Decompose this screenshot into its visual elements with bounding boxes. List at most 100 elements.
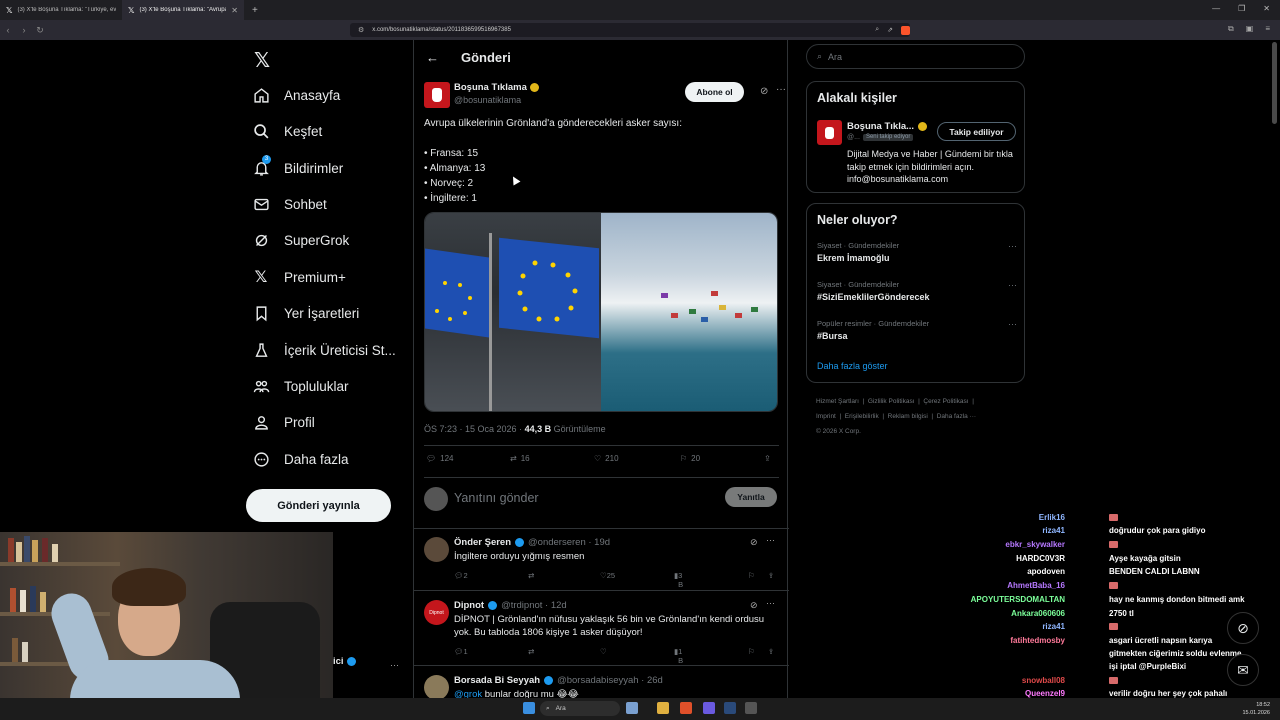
obs-icon[interactable] [745, 702, 757, 714]
footer-link[interactable]: Hizmet Şartları [816, 398, 859, 405]
search-input[interactable]: ⌕ Ara [806, 44, 1025, 69]
tweet-media[interactable] [424, 212, 778, 412]
maximize-icon[interactable]: ❐ [1238, 4, 1245, 13]
reply-item[interactable]: Önder Şeren @onderseren · 19d ⊘ ··· İngil… [414, 529, 789, 591]
chat-username[interactable]: AhmetBaba_16 [1007, 581, 1065, 590]
reply-avatar[interactable] [424, 537, 449, 562]
related-handle[interactable]: @... [847, 134, 860, 141]
back-arrow-icon[interactable]: ← [426, 50, 439, 65]
nav-explore[interactable]: Keşfet [252, 122, 322, 140]
repost-action[interactable]: ⇄ [528, 571, 534, 580]
repost-action[interactable]: ⇄ [528, 647, 534, 656]
chat-username[interactable]: Ankara060606 [1011, 609, 1065, 618]
extensions-icon[interactable]: ⧉ [1228, 24, 1234, 34]
chat-username[interactable]: HARDC0V3R [1016, 554, 1065, 563]
footer-link[interactable]: Çerez Politikası [923, 398, 968, 405]
file-explorer-icon[interactable] [657, 702, 669, 714]
browser-tab-2[interactable]: 𝕏 (3) X'te Boşuna Tıklama: "Avrupa ✕ [122, 0, 244, 20]
reply-action[interactable]: 💬︎ 1 [454, 647, 468, 656]
site-settings-icon[interactable]: ⚙ [358, 26, 364, 34]
address-bar[interactable]: ⚙ x.com/bosunatiklama/status/20118365995… [350, 23, 910, 37]
chat-username[interactable]: Erlik16 [1039, 513, 1065, 522]
reply-author[interactable]: Borsada Bi Seyyah @borsadabiseyyah · 26d [454, 675, 663, 686]
nav-profile[interactable]: Profil [252, 413, 315, 431]
footer-link[interactable]: Imprint [816, 413, 836, 420]
footer-link[interactable]: Erişilebilirlik [845, 413, 879, 420]
nav-supergrok[interactable]: SuperGrok [252, 231, 349, 249]
more-options-icon[interactable]: ··· [1008, 241, 1017, 251]
eu-flags-image[interactable] [425, 213, 601, 411]
taskbar-search[interactable]: ⌕ Ara [540, 701, 620, 716]
author-handle[interactable]: @bosunatiklama [454, 95, 521, 105]
footer-link[interactable]: Daha fazla ··· [937, 413, 976, 420]
grok-icon[interactable]: ⊘ [760, 86, 768, 97]
nav-chat[interactable]: Sohbet [252, 195, 327, 213]
reply-avatar[interactable] [424, 675, 449, 700]
chat-username[interactable]: ebkr_skywalker [1005, 540, 1065, 549]
more-options-icon[interactable]: ··· [766, 598, 775, 608]
like-action[interactable]: ♡ 25 [600, 571, 615, 580]
nav-bookmarks[interactable]: Yer İşaretleri [252, 304, 359, 322]
chat-username[interactable]: riza41 [1042, 622, 1065, 631]
related-avatar[interactable] [817, 120, 842, 145]
trend-item[interactable]: Siyaset · Gündemdekiler Ekrem İmamoğlu ·… [817, 241, 1017, 263]
new-tab-button[interactable]: + [252, 5, 258, 16]
related-name-row[interactable]: Boşuna Tıkla... [847, 121, 928, 132]
more-options-icon[interactable]: ··· [776, 84, 786, 95]
chat-username[interactable]: apodoven [1027, 567, 1065, 576]
back-icon[interactable]: ‹ [0, 25, 16, 35]
share-icon[interactable]: ⇪ [768, 571, 774, 580]
more-options-icon[interactable]: ··· [1008, 319, 1017, 329]
chat-username[interactable]: Queenzel9 [1025, 689, 1065, 698]
reply-input[interactable]: Yanıtını gönder [454, 491, 539, 505]
footer-link[interactable]: Gizlilik Politikası [868, 398, 915, 405]
share-icon[interactable]: ⇪ [768, 647, 774, 656]
nav-communities[interactable]: Topluluklar [252, 377, 349, 395]
brave-shield-icon[interactable] [901, 25, 910, 35]
share-action[interactable]: ⇪ [764, 454, 771, 463]
nav-notifications[interactable]: 3 Bildirimler [252, 155, 343, 177]
author-name-row[interactable]: Boşuna Tıklama [454, 82, 539, 93]
menu-icon[interactable]: ≡ [1265, 24, 1270, 34]
steam-icon[interactable] [724, 702, 736, 714]
greenland-town-image[interactable] [601, 213, 777, 411]
grok-float-button[interactable]: ⊘ [1227, 612, 1259, 644]
reply-button[interactable]: Yanıtla [725, 487, 777, 507]
views-action[interactable]: ▮ 3 B [674, 571, 683, 589]
browser-tab-1[interactable]: 𝕏 (3) X'te Boşuna Tıklama: "Türkiye, ev [0, 0, 122, 20]
show-more-link[interactable]: Daha fazla göster [817, 361, 888, 371]
zoom-icon[interactable]: ⌕ [875, 26, 879, 34]
brave-browser-icon[interactable] [680, 702, 692, 714]
repost-action[interactable]: ⇄ 16 [510, 454, 530, 463]
system-tray-clock[interactable]: 18:52 15.01.2026 [1242, 701, 1270, 717]
grok-icon[interactable]: ⊘ [750, 537, 758, 548]
trend-item[interactable]: Siyaset · Gündemdekiler #SiziEmeklilerGö… [817, 280, 1017, 302]
forward-icon[interactable]: › [16, 25, 32, 35]
close-window-icon[interactable]: ✕ [1263, 4, 1270, 13]
reply-action[interactable]: 💬︎ 124 [426, 454, 454, 463]
share-icon[interactable]: ⇗ [887, 26, 893, 34]
widgets-icon[interactable] [626, 702, 638, 714]
bookmark-action[interactable]: ⚐ 20 [680, 454, 700, 463]
nav-more[interactable]: Daha fazla [252, 450, 349, 468]
subscribe-button[interactable]: Abone ol [685, 82, 744, 102]
bookmark-icon[interactable]: ⚐ [748, 647, 755, 656]
reload-icon[interactable]: ↻ [32, 25, 48, 36]
views-action[interactable]: ▮ 1 B [674, 647, 683, 665]
more-options-icon[interactable]: ··· [1008, 280, 1017, 290]
nav-home[interactable]: Anasayfa [252, 86, 340, 104]
wallet-icon[interactable]: ▣ [1246, 24, 1254, 34]
post-button[interactable]: Gönderi yayınla [246, 489, 391, 522]
messages-float-button[interactable]: ✉ [1227, 654, 1259, 686]
windows-start-icon[interactable] [523, 702, 535, 714]
minimize-icon[interactable]: — [1212, 4, 1220, 13]
chat-username[interactable]: APOYUTERSDOMALTAN [971, 595, 1065, 604]
like-action[interactable]: ♡ 210 [594, 454, 619, 463]
grok-icon[interactable]: ⊘ [750, 600, 758, 611]
author-avatar[interactable] [424, 82, 450, 108]
reply-author[interactable]: Önder Şeren @onderseren · 19d [454, 537, 610, 548]
more-options-icon[interactable]: ··· [390, 660, 399, 670]
trend-item[interactable]: Popüler resimler · Gündemdekiler #Bursa … [817, 319, 1017, 341]
x-logo-icon[interactable]: 𝕏 [254, 48, 270, 73]
bookmark-icon[interactable]: ⚐ [748, 571, 755, 580]
